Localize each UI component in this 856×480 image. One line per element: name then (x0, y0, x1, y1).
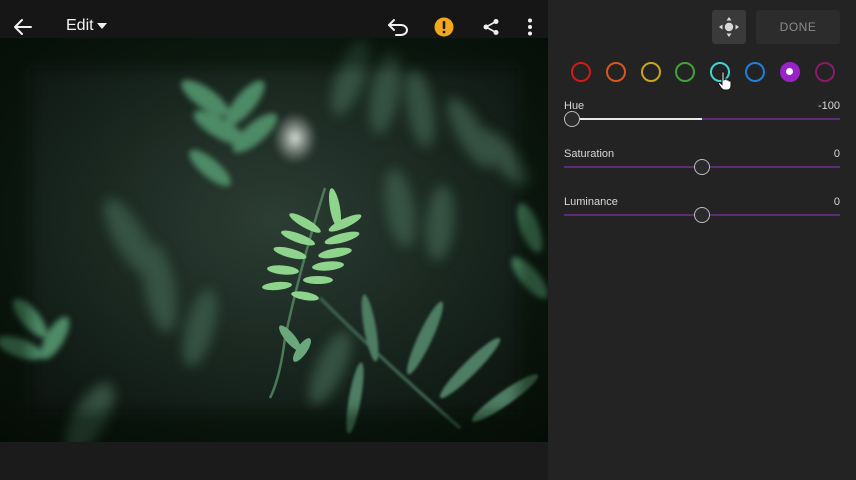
luminance-label: Luminance (564, 196, 618, 208)
share-icon[interactable] (480, 16, 502, 38)
swatch-orange[interactable] (605, 62, 626, 82)
color-mix-panel: DONE Hue -100 Saturation 0 Luminance 0 (548, 0, 856, 480)
swatch-magenta[interactable] (814, 62, 835, 82)
saturation-slider[interactable]: Saturation 0 (564, 148, 840, 188)
warning-icon[interactable] (433, 16, 455, 38)
hue-label: Hue (564, 100, 585, 112)
luminance-slider[interactable]: Luminance 0 (564, 196, 840, 236)
top-toolbar: Edit (0, 0, 548, 38)
targeted-adjustment-button[interactable] (712, 10, 746, 44)
fern-photo-image (0, 38, 548, 442)
hue-slider[interactable]: Hue -100 (564, 100, 840, 140)
undo-icon[interactable] (386, 15, 410, 39)
bottom-strip (0, 442, 548, 480)
saturation-value: 0 (833, 148, 840, 160)
more-vertical-icon[interactable] (522, 16, 538, 38)
color-swatch-row (548, 60, 856, 84)
hue-thumb[interactable] (564, 111, 580, 127)
edit-mode-label[interactable]: Edit (66, 17, 94, 35)
hue-value: -100 (817, 100, 840, 112)
luminance-thumb[interactable] (694, 207, 710, 223)
editor-canvas-pane: Edit (0, 0, 548, 480)
swatch-blue[interactable] (745, 62, 765, 82)
saturation-thumb[interactable] (694, 159, 710, 175)
done-button[interactable]: DONE (756, 10, 840, 44)
swatch-red[interactable] (571, 62, 591, 82)
swatch-green[interactable] (675, 62, 696, 82)
luminance-value: 0 (833, 196, 840, 208)
arrow-left-icon[interactable] (10, 14, 36, 40)
hue-fill (564, 118, 702, 120)
saturation-label: Saturation (564, 148, 615, 160)
swatch-yellow[interactable] (640, 62, 661, 82)
photo-preview[interactable] (0, 38, 548, 442)
targeted-adjustment-icon (719, 17, 739, 37)
hand-pointer-cursor-icon (717, 71, 732, 91)
swatch-purple[interactable] (779, 62, 800, 82)
caret-down-icon[interactable] (96, 20, 108, 32)
